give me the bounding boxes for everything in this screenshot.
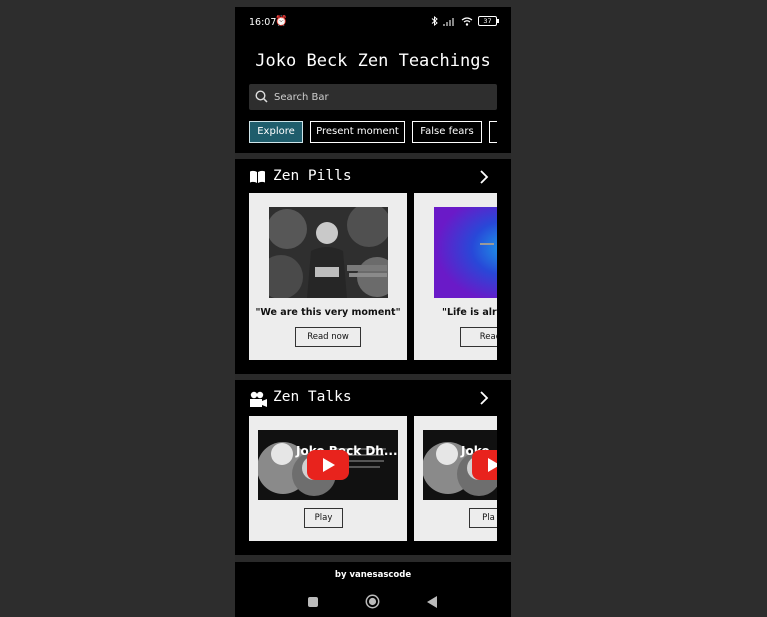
zen-pills-section: Zen Pills "We are this very moment" Read… [235,159,511,374]
read-now-button[interactable]: Read i [460,327,497,347]
zen-talks-title: Zen Talks [273,389,352,405]
talk-card[interactable]: Joko Pla [414,416,497,541]
chip-more[interactable] [489,121,497,143]
phone-screen: 16:07 ⏰ 37 Joko Beck Zen Teachings Searc… [235,7,511,617]
footer-section: by vanesascode [235,562,511,617]
play-button[interactable]: Play [304,508,343,528]
photo-image [269,207,388,298]
pill-card[interactable]: "We are this very moment" Read now [249,193,407,360]
pill-card[interactable]: "Life is alrea Read i [414,193,497,360]
search-icon [255,90,268,103]
play-icon[interactable] [307,450,349,480]
search-placeholder: Search Bar [274,92,329,103]
photo-image [434,207,497,298]
zen-pills-header[interactable]: Zen Pills [249,168,497,188]
portrait-photo [269,207,388,298]
android-nav-bar [235,590,511,614]
chevron-right-icon[interactable] [479,390,489,406]
back-icon[interactable] [427,596,438,608]
signal-icon [443,17,454,26]
zen-talks-section: Zen Talks Joko Beck Dh... Play Pla [235,380,511,555]
talk-card[interactable]: Joko Beck Dh... Play [249,416,407,541]
read-now-button[interactable]: Read now [295,327,361,347]
chip-present-moment[interactable]: Present moment [310,121,405,143]
video-thumbnail[interactable]: Joko [423,430,497,500]
chip-explore[interactable]: Explore [249,121,303,143]
wifi-icon [461,16,473,26]
chip-false-fears[interactable]: False fears [412,121,482,143]
book-icon [250,170,265,183]
chevron-right-icon[interactable] [479,169,489,185]
category-chips: Explore Present moment False fears [249,121,497,143]
play-button[interactable]: Pla [469,508,497,528]
zen-talks-header[interactable]: Zen Talks [249,389,497,409]
home-icon[interactable] [365,594,380,609]
pill-quote: "Life is alrea [442,307,497,318]
video-camera-icon [250,391,267,407]
alarm-icon: ⏰ [275,16,288,27]
page-title: Joko Beck Zen Teachings [255,51,491,71]
zen-pills-carousel[interactable]: "We are this very moment" Read now "Life… [249,193,497,360]
bluetooth-icon [431,16,438,26]
status-bar: 16:07 ⏰ 37 [235,7,511,37]
zen-pills-title: Zen Pills [273,168,352,184]
battery-icon: 37 [478,16,499,26]
search-input[interactable]: Search Bar [249,84,497,110]
gradient-artwork [434,207,497,298]
video-thumbnail[interactable]: Joko Beck Dh... [258,430,398,500]
recents-icon[interactable] [308,597,318,607]
play-icon[interactable] [472,450,497,480]
header-section: 16:07 ⏰ 37 Joko Beck Zen Teachings Searc… [235,7,511,153]
footer-credit: by vanesascode [334,570,412,580]
pill-quote: "We are this very moment" [255,307,401,318]
zen-talks-carousel[interactable]: Joko Beck Dh... Play Joko [249,416,497,541]
status-time: 16:07 [249,17,277,28]
